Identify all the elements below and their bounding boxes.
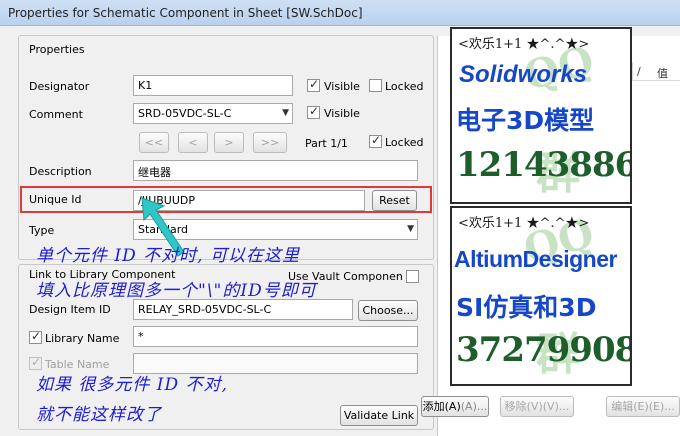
ad-bottom-header: <欢乐1+1 ★^.^★> [458, 216, 590, 231]
designator-visible-label: Visible [324, 80, 360, 93]
comment-value: SRD-05VDC-SL-C [138, 107, 232, 120]
ad-top-line1: Solidworks [459, 61, 588, 88]
reset-button[interactable]: Reset [372, 190, 417, 211]
annotation-line2: 填入比原理图多一个"\"的ID号即可 [36, 281, 317, 301]
table-name-checkbox[interactable] [29, 355, 42, 370]
remove-button[interactable]: 移除(V)(V)... [500, 396, 574, 417]
remove-button-suffix: (V)... [542, 400, 570, 413]
description-label: Description [29, 165, 92, 178]
ad-top-line3: 121438865 [456, 145, 630, 185]
column-header-value[interactable]: 值 [657, 65, 668, 81]
add-button-suffix: (A)... [460, 400, 488, 413]
last-part-button[interactable]: >> [253, 132, 287, 153]
column-header-slash[interactable]: / [637, 65, 641, 78]
properties-group-title: Properties [29, 43, 85, 56]
use-vault-checkbox[interactable] [406, 270, 419, 283]
comment-dropdown[interactable]: SRD-05VDC-SL-C ▼ [133, 103, 293, 124]
comment-visible-label: Visible [324, 107, 360, 120]
comment-visible-checkbox[interactable] [307, 104, 320, 119]
comment-label: Comment [29, 108, 83, 121]
part-locked-label: Locked [385, 136, 424, 149]
choose-button[interactable]: Choose... [358, 300, 418, 321]
qq-group-ad-solidworks: QQ 群 <欢乐1+1 ★^.^★> Solidworks 电子3D模型 121… [450, 27, 632, 204]
header-divider [632, 80, 680, 81]
chevron-down-icon: ▼ [282, 108, 289, 118]
type-label: Type [29, 224, 55, 237]
part-locked-checkbox[interactable] [369, 133, 382, 148]
designator-label: Designator [29, 80, 90, 93]
add-button[interactable]: 添加(A)(A)... [421, 396, 489, 417]
window-title: Properties for Schematic Component in Sh… [8, 6, 363, 20]
design-item-label: Design Item ID [29, 303, 111, 316]
qq-group-ad-altium: QQ 群 <欢乐1+1 ★^.^★> AltiumDesigner SI仿真和3… [450, 206, 632, 386]
column-divider [632, 62, 633, 80]
chevron-down-icon: ▼ [407, 224, 414, 234]
first-part-button[interactable]: << [139, 132, 169, 153]
annotation-line3: 如果 很多元件 ID 不对, [36, 375, 228, 395]
annotation-line4: 就不能这样改了 [36, 405, 162, 425]
title-bar: Properties for Schematic Component in Sh… [0, 0, 680, 26]
ad-top-line2: 电子3D模型 [456, 106, 595, 135]
designator-locked-label: Locked [385, 80, 424, 93]
ad-bottom-line2: SI仿真和3D [456, 293, 597, 322]
design-item-input[interactable]: RELAY_SRD-05VDC-SL-C [133, 299, 353, 320]
edit-button-label: 编辑(E) [611, 400, 649, 413]
validate-link-button[interactable]: Validate Link [340, 405, 418, 426]
remove-button-label: 移除(V) [504, 400, 543, 413]
prev-part-button[interactable]: < [178, 132, 208, 153]
add-button-label: 添加(A) [422, 400, 461, 413]
ad-bottom-line3: 372799082 [456, 330, 630, 370]
ad-bottom-line1: AltiumDesigner [454, 246, 617, 272]
next-part-button[interactable]: > [214, 132, 244, 153]
edit-button-suffix: (E)... [648, 400, 675, 413]
library-name-checkbox[interactable] [29, 329, 42, 344]
unique-id-label: Unique Id [29, 193, 82, 206]
ad-top-header: <欢乐1+1 ★^.^★> [458, 37, 590, 52]
description-input[interactable]: 继电器 [133, 160, 418, 181]
library-name-label: Library Name [45, 332, 120, 345]
designator-visible-checkbox[interactable] [307, 77, 320, 92]
designator-input[interactable]: K1 [133, 75, 293, 96]
designator-locked-checkbox[interactable] [369, 79, 382, 92]
edit-button[interactable]: 编辑(E)(E)... [606, 396, 680, 417]
annotation-line1: 单个元件 ID 不对时, 可以在这里 [36, 246, 300, 266]
library-name-input[interactable]: * [133, 326, 418, 347]
part-indicator: Part 1/1 [305, 137, 348, 150]
